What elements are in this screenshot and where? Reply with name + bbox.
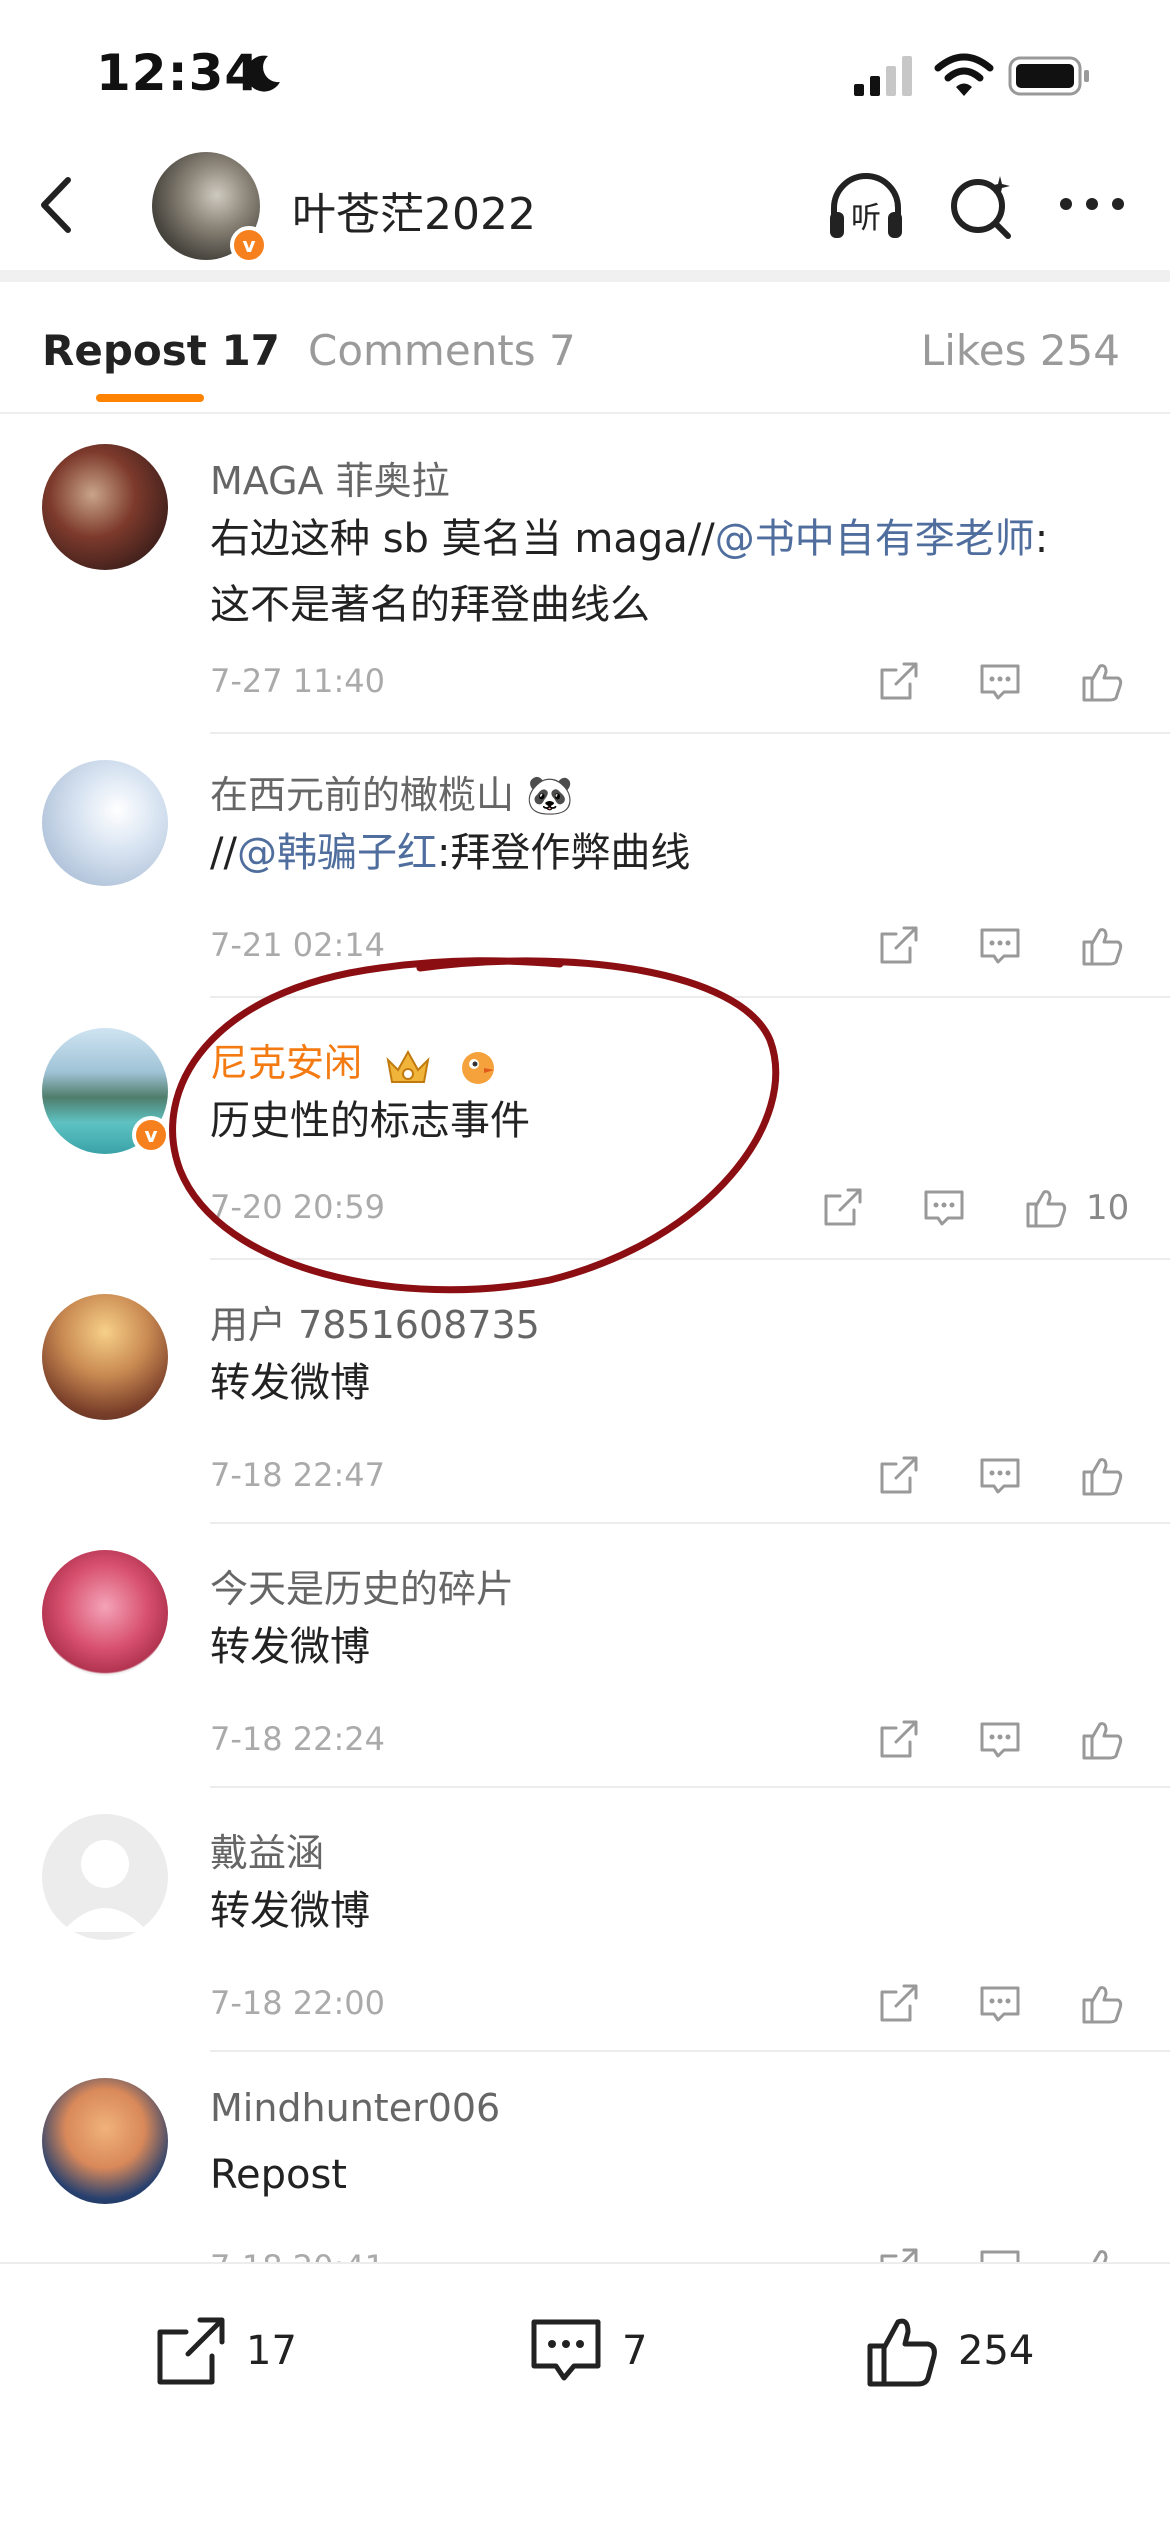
- repost-text: 转发微博: [210, 1888, 370, 1934]
- share-icon[interactable]: [874, 922, 922, 970]
- battery-icon: [1008, 56, 1089, 96]
- bottom-action-bar: 17 7 254: [0, 2262, 1170, 2532]
- avatar[interactable]: [42, 2078, 168, 2204]
- username[interactable]: 尼克安闲: [210, 1032, 502, 1087]
- timestamp: 7-20 20:59: [210, 1188, 386, 1226]
- list-item: 用户 7851608735 转发微博 7-18 22:47: [0, 1260, 1170, 1524]
- repost-text: //@韩骗子红:拜登作弊曲线: [210, 820, 1110, 886]
- moon-icon: [246, 55, 280, 92]
- repost-text: 转发微博: [210, 1624, 370, 1670]
- bird-badge-icon: [462, 1051, 495, 1084]
- tab-comments[interactable]: Comments 7: [308, 326, 576, 375]
- mention-link[interactable]: @书中自有李老师: [715, 516, 1035, 562]
- avatar[interactable]: [42, 1294, 168, 1420]
- repost-text: Repost: [210, 2152, 347, 2198]
- comment-icon: [531, 2319, 601, 2381]
- tab-repost[interactable]: Repost 17: [42, 326, 280, 375]
- back-icon[interactable]: [28, 170, 88, 240]
- mention-link[interactable]: @韩骗子红: [237, 830, 437, 876]
- more-icon[interactable]: [1056, 192, 1128, 216]
- comment-icon[interactable]: [920, 1184, 968, 1232]
- share-icon[interactable]: [874, 1980, 922, 2028]
- timestamp: 7-18 22:00: [210, 1984, 386, 2022]
- list-item: 戴益涵 转发微博 7-18 22:00: [0, 1788, 1170, 2052]
- repost-text: 转发微博: [210, 1360, 370, 1406]
- verified-badge-icon: v: [132, 1116, 170, 1154]
- avatar[interactable]: [42, 760, 168, 886]
- like-icon[interactable]: [1078, 1452, 1126, 1500]
- avatar[interactable]: [42, 1550, 168, 1676]
- repost-text: 历史性的标志事件: [210, 1098, 530, 1144]
- text-prefix: //: [210, 830, 237, 876]
- text-prefix: 右边这种 sb 莫名当 maga//: [210, 516, 715, 562]
- header: v 叶苍茫2022 听: [0, 140, 1170, 272]
- share-icon[interactable]: [874, 658, 922, 706]
- comment-icon[interactable]: [976, 922, 1024, 970]
- headphones-listen-icon[interactable]: 听: [824, 164, 908, 248]
- like-icon[interactable]: [1078, 922, 1126, 970]
- username[interactable]: 戴益涵: [210, 1822, 324, 1877]
- text-suffix: :拜登作弊曲线: [436, 830, 691, 876]
- timestamp: 7-21 02:14: [210, 926, 386, 964]
- like-count: 254: [958, 2328, 1035, 2374]
- share-icon[interactable]: [874, 2244, 922, 2262]
- text-suffix: :: [1034, 516, 1049, 562]
- timestamp: 7-27 11:40: [210, 662, 386, 700]
- avatar[interactable]: [42, 444, 168, 570]
- username[interactable]: MAGA 菲奥拉: [210, 450, 450, 505]
- comment-count: 7: [622, 2328, 648, 2374]
- username[interactable]: 用户 7851608735: [210, 1294, 540, 1349]
- username-text: 尼克安闲: [210, 1041, 363, 1085]
- tab-active-indicator: [96, 394, 204, 402]
- share-icon[interactable]: [874, 1716, 922, 1764]
- listen-label: 听: [851, 201, 881, 236]
- repost-count: 17: [246, 2328, 297, 2374]
- header-avatar[interactable]: v: [152, 152, 268, 264]
- username[interactable]: 在西元前的橄榄山 🐼: [210, 764, 573, 819]
- like-icon[interactable]: [1078, 2244, 1126, 2262]
- list-item: 在西元前的橄榄山 🐼 //@韩骗子红:拜登作弊曲线 7-21 02:14: [0, 734, 1170, 998]
- wifi-icon: [934, 53, 994, 96]
- comment-icon[interactable]: [976, 658, 1024, 706]
- default-avatar-icon: [62, 1840, 148, 1932]
- timestamp: 7-18 22:47: [210, 1456, 386, 1494]
- status-time: 12:34: [96, 44, 261, 102]
- like-icon[interactable]: [1022, 1184, 1070, 1232]
- comment-icon[interactable]: [976, 2244, 1024, 2262]
- timestamp: 7-18 22:24: [210, 1720, 386, 1758]
- list-item: 今天是历史的碎片 转发微博 7-18 22:24: [0, 1524, 1170, 1788]
- like-icon[interactable]: [1078, 1716, 1126, 1764]
- username[interactable]: 今天是历史的碎片: [210, 1558, 514, 1613]
- like-icon[interactable]: [1078, 658, 1126, 706]
- share-icon: [157, 2317, 225, 2385]
- like-icon[interactable]: [1078, 1980, 1126, 2028]
- tab-bar: Repost 17 Comments 7 Likes 254: [0, 282, 1170, 414]
- list-item: v 尼克安闲 历史性的标志事件 7-20 20:59 10: [0, 998, 1170, 1260]
- like-count: 10: [1086, 1188, 1130, 1228]
- avatar[interactable]: [42, 1814, 168, 1940]
- like-icon: [867, 2318, 937, 2387]
- list-item: Mindhunter006 Repost 7-18 20:41: [0, 2052, 1170, 2262]
- search-icon[interactable]: [946, 168, 1016, 244]
- timestamp: 7-18 20:41: [210, 2248, 385, 2262]
- comment-icon[interactable]: [976, 1452, 1024, 1500]
- status-bar: 12:34: [0, 0, 1170, 140]
- page-title[interactable]: 叶苍茫2022: [292, 178, 536, 242]
- share-icon[interactable]: [874, 1452, 922, 1500]
- text-line2: 这不是著名的拜登曲线么: [210, 582, 650, 628]
- list-item: MAGA 菲奥拉 右边这种 sb 莫名当 maga//@书中自有李老师: 这不是…: [0, 414, 1170, 734]
- crown-badge-icon: [386, 1049, 430, 1083]
- share-icon[interactable]: [818, 1184, 866, 1232]
- signal-icon: [854, 56, 912, 96]
- comment-icon[interactable]: [976, 1980, 1024, 2028]
- repost-text: 右边这种 sb 莫名当 maga//@书中自有李老师: 这不是著名的拜登曲线么: [210, 506, 1110, 638]
- username[interactable]: Mindhunter006: [210, 2086, 500, 2130]
- comment-icon[interactable]: [976, 1716, 1024, 1764]
- verified-badge-icon: v: [230, 226, 268, 264]
- header-divider: [0, 270, 1170, 282]
- tab-likes[interactable]: Likes 254: [921, 326, 1120, 375]
